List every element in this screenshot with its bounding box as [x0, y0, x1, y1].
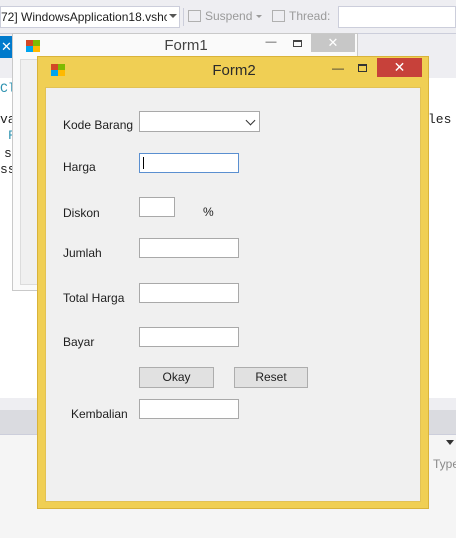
project-combo[interactable]: 72] WindowsApplication18.vshc: [0, 6, 180, 28]
kode-barang-label: Kode Barang: [63, 118, 134, 132]
code-fragment: s: [4, 146, 12, 161]
type-column-header: Type: [433, 457, 456, 471]
minimize-button[interactable]: —: [326, 59, 350, 79]
total-harga-label: Total Harga: [63, 291, 125, 305]
thread-label: Thread:: [289, 9, 331, 23]
jumlah-field[interactable]: [139, 238, 239, 258]
jumlah-label: Jumlah: [63, 246, 102, 260]
suspend-icon: [188, 10, 201, 22]
chevron-down-icon[interactable]: [256, 15, 263, 18]
maximize-icon: [293, 40, 302, 47]
code-fragment: les: [428, 112, 452, 127]
close-button[interactable]: ✕: [311, 34, 355, 52]
harga-field[interactable]: [139, 153, 239, 173]
close-icon[interactable]: ✕: [0, 36, 12, 58]
project-combo-text: 72] WindowsApplication18.vshc: [1, 10, 167, 24]
reset-button[interactable]: Reset: [234, 367, 308, 388]
diskon-field[interactable]: [139, 197, 175, 217]
total-harga-field[interactable]: [139, 283, 239, 303]
suspend-label: Suspend: [205, 9, 253, 23]
thread-icon: [272, 10, 285, 22]
kembalian-label: Kembalian: [71, 407, 128, 421]
thread-selector-label: Thread:: [272, 9, 330, 23]
percent-label: %: [203, 205, 214, 219]
form2-window[interactable]: Form2 — ✕ Kode Barang Harga Diskon % Jum…: [37, 56, 429, 509]
maximize-button[interactable]: [351, 59, 375, 79]
chevron-down-icon[interactable]: [446, 440, 454, 445]
text-caret: [143, 157, 144, 169]
harga-label: Harga: [63, 160, 96, 174]
form2-client-area: Kode Barang Harga Diskon % Jumlah Total …: [45, 87, 421, 502]
okay-button[interactable]: Okay: [139, 367, 214, 388]
kembalian-field[interactable]: [139, 399, 239, 419]
close-button[interactable]: ✕: [377, 58, 422, 77]
diskon-label: Diskon: [63, 206, 100, 220]
thread-combo[interactable]: [338, 6, 456, 28]
chevron-down-icon[interactable]: [245, 115, 256, 126]
kode-barang-combo[interactable]: [139, 111, 260, 132]
toolbar-separator: [183, 8, 184, 26]
minimize-button[interactable]: —: [261, 36, 281, 54]
chevron-down-icon[interactable]: [169, 14, 177, 18]
suspend-button[interactable]: Suspend: [188, 9, 263, 25]
bayar-field[interactable]: [139, 327, 239, 347]
bayar-label: Bayar: [63, 335, 95, 349]
maximize-button[interactable]: [288, 36, 308, 54]
ide-toolbar: 72] WindowsApplication18.vshc Suspend Th…: [0, 0, 456, 34]
maximize-icon: [358, 64, 367, 72]
